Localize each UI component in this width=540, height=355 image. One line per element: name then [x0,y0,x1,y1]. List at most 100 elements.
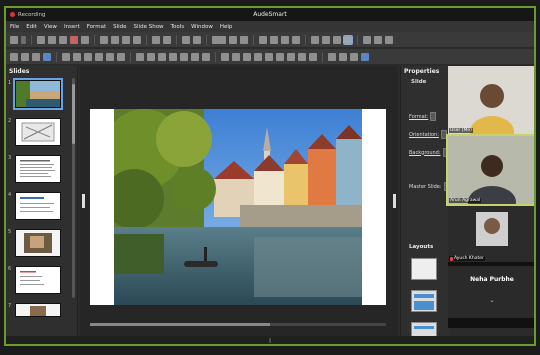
line-tool-icon[interactable] [343,34,353,45]
slide-thumbnail-row[interactable]: 1 [8,78,63,110]
participant-tile[interactable]: Ayush Khater [448,206,534,262]
zoom-pan-icon[interactable] [240,35,248,44]
undo-icon[interactable] [152,35,160,44]
menu-edit[interactable]: Edit [26,24,37,30]
menu-window[interactable]: Window [191,24,213,30]
text-box-icon[interactable] [311,35,319,44]
menu-view[interactable]: View [44,24,57,30]
insert-table-icon[interactable] [281,35,289,44]
filter-icon[interactable] [276,52,284,61]
participant-tile[interactable]: User (Me) [448,66,534,134]
new-document-icon[interactable] [10,35,18,44]
curve-icon[interactable] [106,52,114,61]
hyperlink-icon[interactable] [374,35,382,44]
menu-file[interactable]: File [10,24,19,30]
block-arrows-icon[interactable] [158,52,166,61]
cut-icon[interactable] [100,35,108,44]
rotate-icon[interactable] [221,52,229,61]
slides-scrollbar-thumb[interactable] [72,84,75,144]
slide-image-canal-town[interactable] [114,109,362,305]
export-icon[interactable] [59,35,67,44]
grid-view-icon[interactable] [361,52,369,61]
chevron-down-icon[interactable]: ⌄ [489,297,494,304]
insert-image-icon[interactable] [259,35,267,44]
menu-help[interactable]: Help [220,24,233,30]
spelling-icon[interactable] [193,35,201,44]
horizontal-scrollbar[interactable] [90,323,386,326]
rectangle-icon[interactable] [73,52,81,61]
menu-tools[interactable]: Tools [171,24,185,30]
zoom-icon[interactable] [21,52,29,61]
image-tool-icon[interactable] [350,52,358,61]
special-character-icon[interactable] [322,35,330,44]
slide-thumbnail[interactable] [15,303,61,317]
menu-slide[interactable]: Slide [113,24,126,30]
glue-points-icon[interactable] [298,52,306,61]
interaction-icon[interactable] [328,52,336,61]
slide-thumbnail[interactable] [15,229,61,257]
layout-title-content[interactable] [411,290,437,312]
arrow-line-icon[interactable] [95,52,103,61]
slide-thumbnail[interactable] [15,118,61,146]
flowchart-icon[interactable] [169,52,177,61]
fill-color-icon[interactable] [43,52,51,61]
slide-thumbnail-row[interactable]: 6 [8,266,61,294]
slide-thumbnail-row[interactable]: 3 [8,155,61,183]
fontwork-icon[interactable] [333,35,341,44]
collapse-sidebar-handle[interactable] [393,194,396,208]
current-slide[interactable] [90,109,386,305]
transform-icon[interactable] [287,52,295,61]
dropdown-arrow-icon[interactable] [21,35,26,44]
participant-tile-active[interactable]: Arun Agrawal [446,134,534,206]
text-icon[interactable] [32,52,40,61]
insert-media-icon[interactable] [292,35,300,44]
menu-slide-show[interactable]: Slide Show [134,24,164,30]
basic-shapes-icon[interactable] [136,52,144,61]
line-icon[interactable] [62,52,70,61]
format-dropdown[interactable] [430,112,437,121]
slide-layout-icon[interactable] [385,35,393,44]
slide-thumbnail-row[interactable]: 5 [8,229,61,257]
callouts-icon[interactable] [180,52,188,61]
slide-thumbnail[interactable] [15,155,61,183]
shadow-icon[interactable] [254,52,262,61]
layout-blank[interactable] [411,258,437,280]
slide-thumbnail-selected[interactable] [13,78,63,110]
3d-objects-icon[interactable] [202,52,210,61]
paste-icon[interactable] [122,35,130,44]
save-icon[interactable] [48,35,56,44]
open-icon[interactable] [37,35,45,44]
collapse-slides-pane-handle[interactable] [82,194,85,208]
copy-icon[interactable] [111,35,119,44]
slide-thumbnail[interactable] [15,266,61,294]
comment-icon[interactable] [363,35,371,44]
display-grid-icon[interactable] [212,35,226,44]
helplines-icon[interactable] [229,35,237,44]
animation-icon[interactable] [339,52,347,61]
connector-icon[interactable] [117,52,125,61]
slides-scrollbar[interactable] [72,78,75,298]
align-icon[interactable] [232,52,240,61]
menu-insert[interactable]: Insert [64,24,80,30]
clone-formatting-icon[interactable] [133,35,141,44]
export-pdf-icon[interactable] [70,35,78,44]
redo-icon[interactable] [163,35,171,44]
slide-thumbnail-row[interactable]: 4 [8,192,61,220]
print-icon[interactable] [81,35,89,44]
toggle-extrusion-icon[interactable] [309,52,317,61]
orientation-dropdown[interactable] [440,130,447,139]
find-replace-icon[interactable] [182,35,190,44]
slide-thumbnail-row[interactable]: 7 [8,303,61,317]
crop-icon[interactable] [265,52,273,61]
slide-thumbnail-row[interactable]: 2 [8,118,61,146]
slide-thumbnail[interactable] [15,192,61,220]
menu-format[interactable]: Format [87,24,106,30]
symbol-shapes-icon[interactable] [147,52,155,61]
select-arrow-icon[interactable] [10,52,18,61]
horizontal-scrollbar-thumb[interactable] [90,323,270,326]
stars-icon[interactable] [191,52,199,61]
insert-chart-icon[interactable] [270,35,278,44]
ellipse-icon[interactable] [84,52,92,61]
arrange-icon[interactable] [243,52,251,61]
active-speaker-card[interactable]: Neha Purbhe ⌄ [448,266,534,318]
